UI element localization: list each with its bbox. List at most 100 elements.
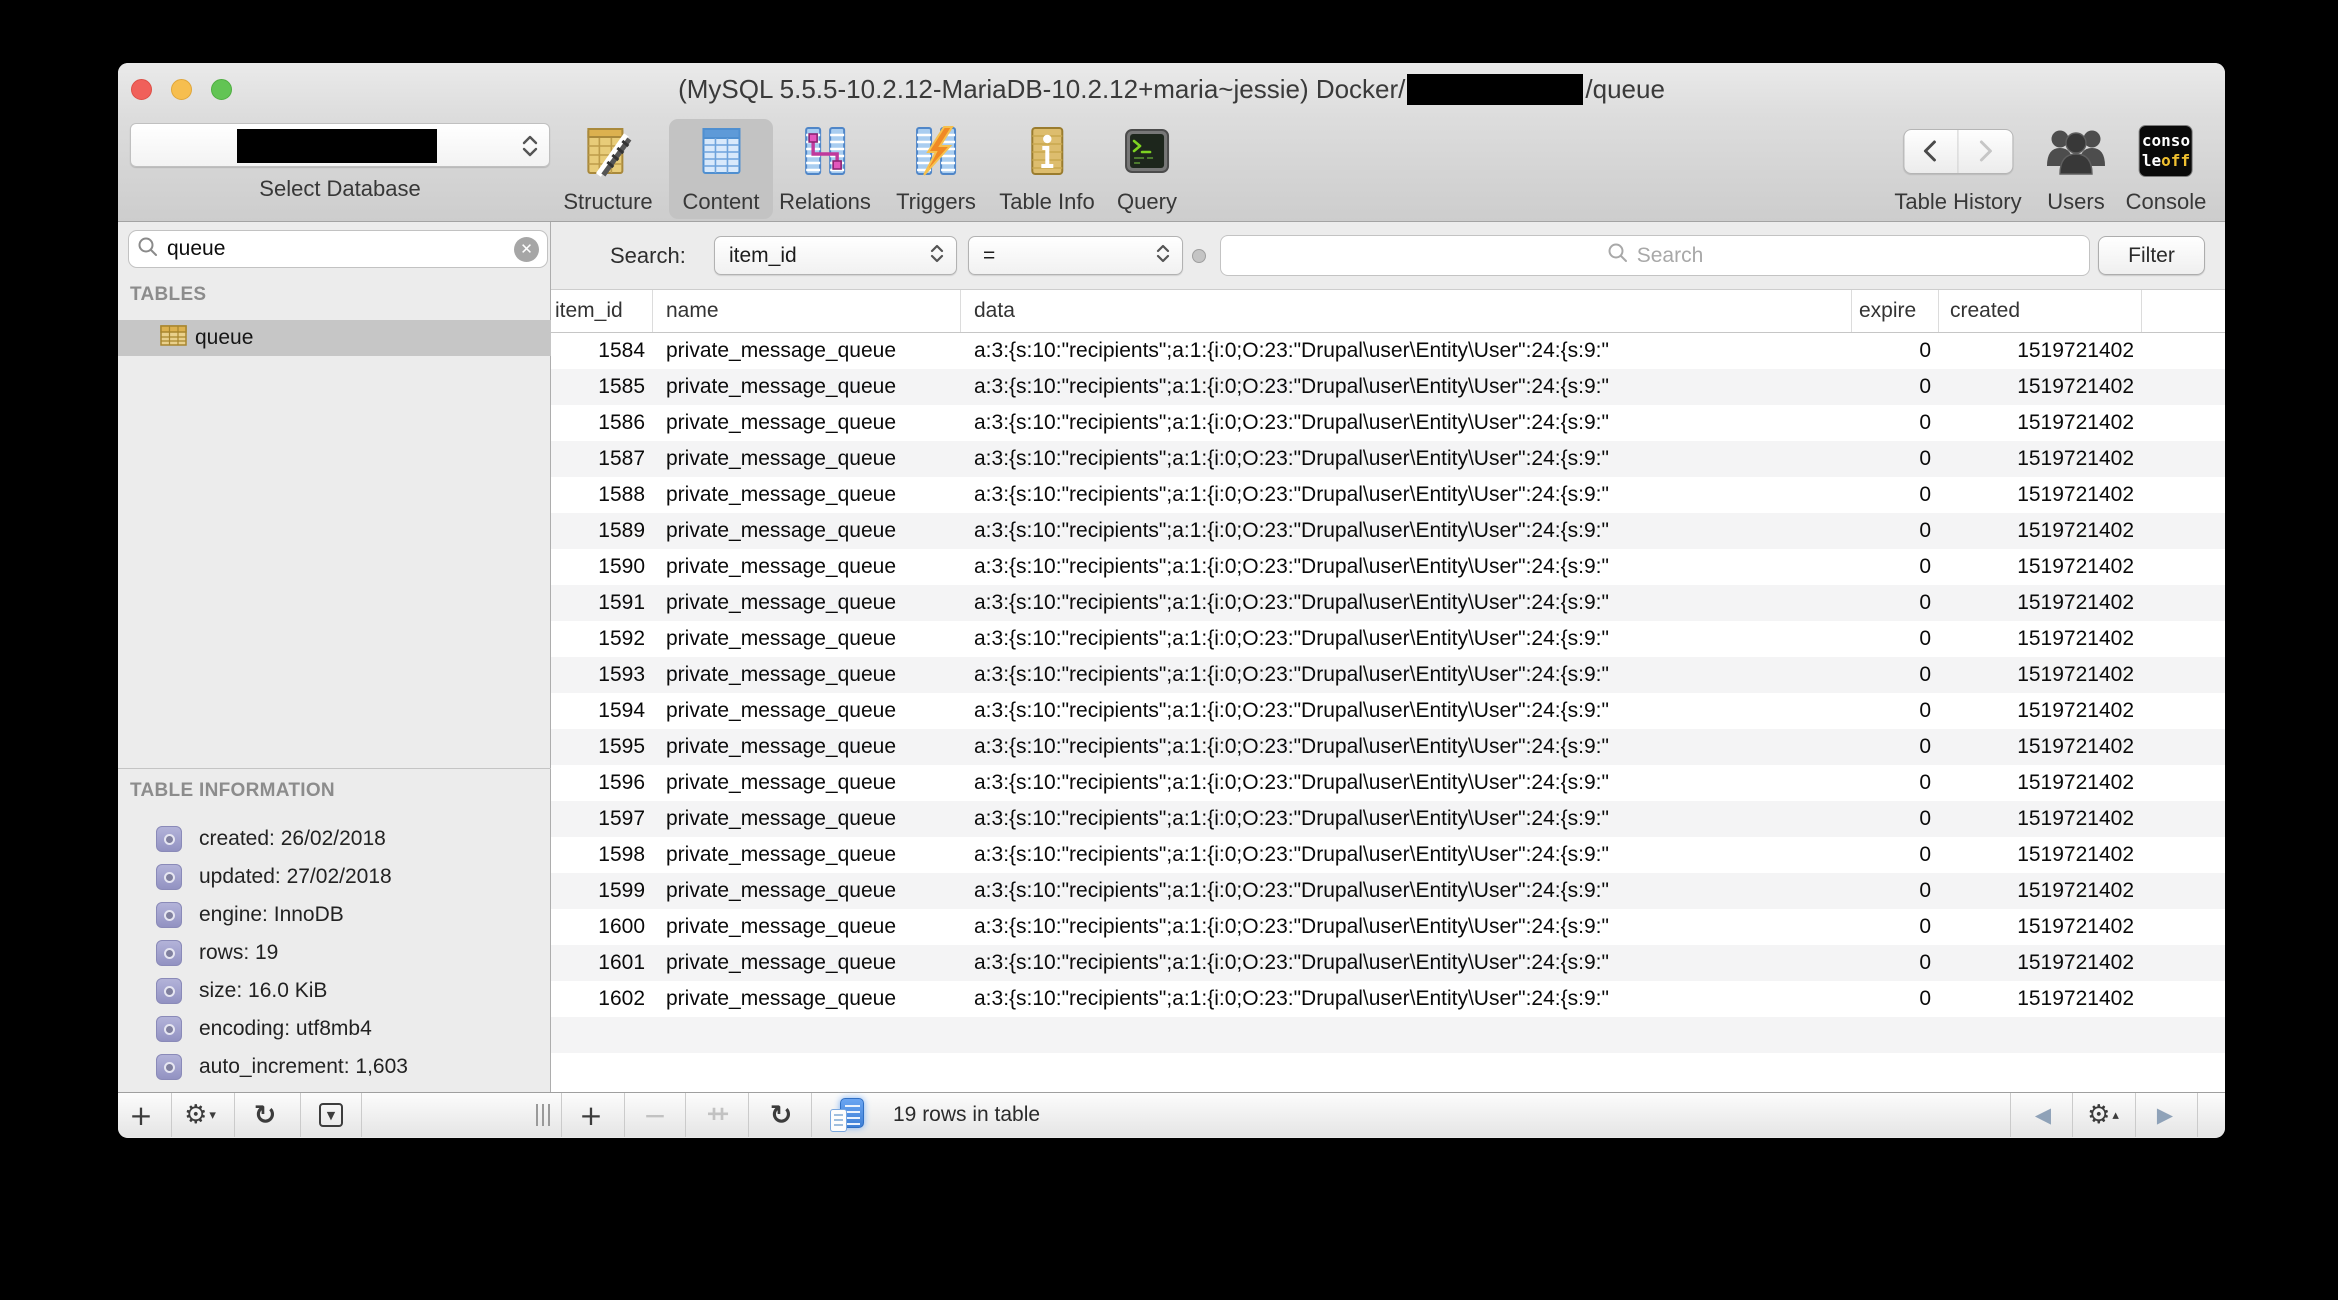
cell-data: a:3:{s:10:"recipients";a:1:{i:0;O:23:"Dr… — [961, 657, 1852, 693]
tab-structure[interactable]: Structure — [563, 123, 652, 215]
edit-row-button[interactable] — [830, 1093, 864, 1137]
table-row[interactable]: 1593private_message_queuea:3:{s:10:"reci… — [551, 657, 2225, 693]
cell-item_id: 1591 — [551, 585, 653, 621]
filter-operator-select[interactable]: = — [968, 236, 1183, 275]
cell-expire: 0 — [1852, 477, 1939, 513]
cell-item_id: 1587 — [551, 441, 653, 477]
tab-triggers[interactable]: Triggers — [896, 123, 976, 215]
console-badge-line2: le — [2142, 151, 2161, 170]
history-back-button[interactable] — [1904, 130, 1959, 173]
info-item-text: auto_increment: 1,603 — [199, 1055, 408, 1079]
table-row[interactable]: 1594private_message_queuea:3:{s:10:"reci… — [551, 693, 2225, 729]
table-row[interactable]: 1591private_message_queuea:3:{s:10:"reci… — [551, 585, 2225, 621]
pane-resize-handle[interactable] — [536, 1093, 550, 1137]
table-row[interactable]: 1587private_message_queuea:3:{s:10:"reci… — [551, 441, 2225, 477]
table-history-label: Table History — [1894, 189, 2021, 215]
tab-relations-label: Relations — [779, 189, 871, 215]
cell-name: private_message_queue — [653, 369, 961, 405]
refresh-tables-button[interactable]: ↻ — [254, 1093, 277, 1137]
column-header-data[interactable]: data — [961, 290, 1852, 332]
console-button[interactable]: conso leoff Console — [2126, 123, 2207, 215]
cell-name: private_message_queue — [653, 837, 961, 873]
table-row[interactable]: 1586private_message_queuea:3:{s:10:"reci… — [551, 405, 2225, 441]
table-info-item: rows: 19 — [118, 934, 551, 972]
table-row[interactable]: 1602private_message_queuea:3:{s:10:"reci… — [551, 981, 2225, 1017]
console-icon: conso leoff — [2139, 123, 2193, 179]
table-row[interactable]: 1588private_message_queuea:3:{s:10:"reci… — [551, 477, 2225, 513]
add-row-button[interactable]: + — [579, 1093, 602, 1137]
tab-content[interactable]: Content — [682, 123, 759, 215]
pagination-settings-button[interactable]: ⚙▴ — [2087, 1093, 2119, 1137]
cell-spacer — [2142, 549, 2225, 585]
cell-expire: 0 — [1852, 729, 1939, 765]
column-header-item_id[interactable]: item_id — [551, 290, 653, 332]
table-row[interactable]: 1601private_message_queuea:3:{s:10:"reci… — [551, 945, 2225, 981]
cell-data: a:3:{s:10:"recipients";a:1:{i:0;O:23:"Dr… — [961, 405, 1852, 441]
table-row[interactable]: 1592private_message_queuea:3:{s:10:"reci… — [551, 621, 2225, 657]
tab-query[interactable]: Query — [1117, 123, 1177, 215]
table-row[interactable]: 1589private_message_queuea:3:{s:10:"reci… — [551, 513, 2225, 549]
tab-relations[interactable]: Relations — [779, 123, 871, 215]
previous-page-button[interactable]: ◀ — [2035, 1093, 2051, 1137]
table-list-filter-field[interactable]: queue ✕ — [128, 230, 548, 268]
cell-name: private_message_queue — [653, 405, 961, 441]
close-window-button[interactable] — [131, 79, 152, 100]
table-row[interactable]: 1596private_message_queuea:3:{s:10:"reci… — [551, 765, 2225, 801]
relations-icon — [799, 123, 851, 179]
cell-data: a:3:{s:10:"recipients";a:1:{i:0;O:23:"Dr… — [961, 873, 1852, 909]
select-database-dropdown[interactable] — [130, 123, 550, 167]
toggle-console-pane-button[interactable]: ▼ — [319, 1093, 343, 1137]
remove-row-button[interactable]: − — [643, 1093, 666, 1137]
cell-name: private_message_queue — [653, 621, 961, 657]
table-row[interactable]: 1600private_message_queuea:3:{s:10:"reci… — [551, 909, 2225, 945]
filter-button[interactable]: Filter — [2098, 236, 2205, 275]
cell-item_id: 1588 — [551, 477, 653, 513]
users-button[interactable]: Users — [2045, 123, 2107, 215]
cell-expire: 0 — [1852, 621, 1939, 657]
column-header-name[interactable]: name — [653, 290, 961, 332]
table-row[interactable]: 1590private_message_queuea:3:{s:10:"reci… — [551, 549, 2225, 585]
table-actions-button[interactable]: ⚙▾ — [184, 1093, 216, 1137]
content-search-field[interactable]: Search — [1220, 235, 2090, 276]
cell-spacer — [2142, 333, 2225, 369]
minimize-window-button[interactable] — [171, 79, 192, 100]
cell-spacer — [2142, 369, 2225, 405]
next-page-button[interactable]: ▶ — [2157, 1093, 2173, 1137]
zoom-window-button[interactable] — [211, 79, 232, 100]
cell-data: a:3:{s:10:"recipients";a:1:{i:0;O:23:"Dr… — [961, 765, 1852, 801]
desktop-background: (MySQL 5.5.5-10.2.12-MariaDB-10.2.12+mar… — [0, 0, 2338, 1300]
cell-item_id: 1593 — [551, 657, 653, 693]
tab-content-label: Content — [682, 189, 759, 215]
duplicate-row-button[interactable]: ++ — [707, 1093, 729, 1137]
table-row[interactable]: 1598private_message_queuea:3:{s:10:"reci… — [551, 837, 2225, 873]
cell-spacer — [2142, 837, 2225, 873]
table-row[interactable]: 1595private_message_queuea:3:{s:10:"reci… — [551, 729, 2225, 765]
cell-created: 1519721402 — [1939, 477, 2142, 513]
table-row[interactable]: 1597private_message_queuea:3:{s:10:"reci… — [551, 801, 2225, 837]
column-header-created[interactable]: created — [1939, 290, 2142, 332]
cell-name: private_message_queue — [653, 333, 961, 369]
clear-filter-button[interactable]: ✕ — [514, 237, 539, 262]
table-history-buttons — [1903, 129, 2013, 174]
previous-icon: ◀ — [2035, 1103, 2051, 1127]
tab-table-info[interactable]: Table Info — [999, 123, 1094, 215]
pane-toggle-icon: ▼ — [319, 1103, 343, 1127]
filter-column-select[interactable]: item_id — [714, 236, 957, 275]
cell-item_id: 1589 — [551, 513, 653, 549]
cell-expire: 0 — [1852, 585, 1939, 621]
table-row[interactable]: 1585private_message_queuea:3:{s:10:"reci… — [551, 369, 2225, 405]
divider — [811, 1093, 812, 1137]
window-titlebar[interactable]: (MySQL 5.5.5-10.2.12-MariaDB-10.2.12+mar… — [118, 63, 2225, 115]
table-row[interactable]: 1599private_message_queuea:3:{s:10:"reci… — [551, 873, 2225, 909]
filter-column-value: item_id — [729, 244, 928, 268]
refresh-table-button[interactable]: ↻ — [770, 1093, 793, 1137]
search-icon — [137, 236, 159, 263]
column-header-expire[interactable]: expire — [1852, 290, 1939, 332]
history-forward-button[interactable] — [1959, 130, 2013, 173]
status-bar: + ⚙▾ ↻ ▼ + − ++ ↻ 19 rows in — [118, 1092, 2225, 1137]
table-row[interactable]: 1584private_message_queuea:3:{s:10:"reci… — [551, 333, 2225, 369]
add-table-button[interactable]: + — [129, 1093, 152, 1137]
column-header-spacer — [2142, 290, 2225, 332]
sidebar-table-queue[interactable]: queue — [118, 320, 551, 356]
redacted-database-name — [237, 129, 437, 163]
